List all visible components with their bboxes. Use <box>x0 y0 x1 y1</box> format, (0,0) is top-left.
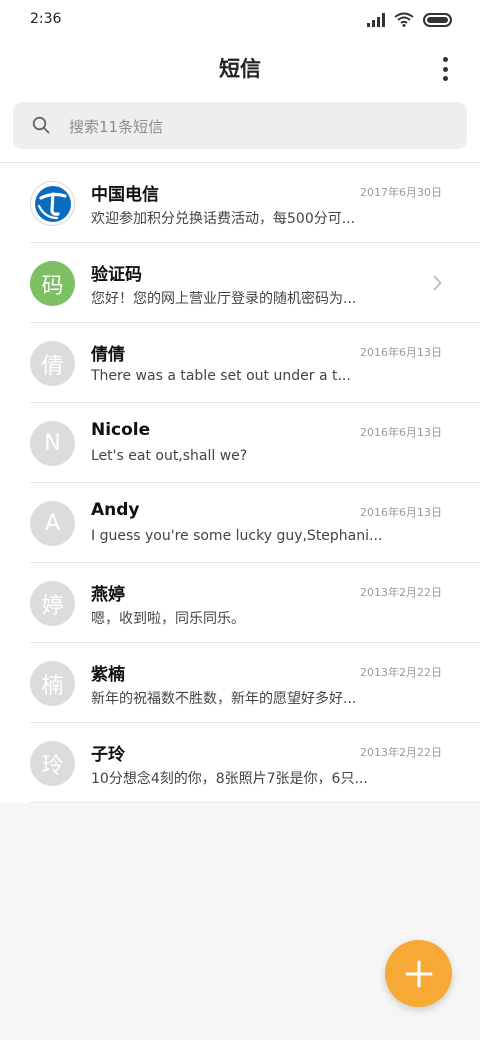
conversation-name: 子玲 <box>91 745 125 765</box>
conversation-item[interactable]: 玲 子玲 10分想念4刻的你，8张照片7张是你，6只... 2013年2月22日 <box>0 723 480 803</box>
conversation-date: 2016年6月13日 <box>360 346 442 359</box>
chevron-right-icon <box>433 275 442 291</box>
conversation-name: Nicole <box>91 420 151 440</box>
conversation-date: 2016年6月13日 <box>360 506 442 519</box>
avatar: A <box>30 501 75 546</box>
telecom-logo-icon <box>30 181 75 226</box>
conversation-name: 验证码 <box>91 265 142 285</box>
conversation-preview: 您好！您的网上营业厅登录的随机密码为... <box>91 291 357 307</box>
conversation-preview: 10分想念4刻的你，8张照片7张是你，6只... <box>91 771 368 787</box>
page-title: 短信 <box>219 57 261 81</box>
conversation-preview: I guess you're some lucky guy,Stephani..… <box>91 528 383 544</box>
conversation-list: 中国电信 欢迎参加积分兑换话费活动，每500分可... 2017年6月30日 码… <box>0 163 480 803</box>
conversation-preview: 新年的祝福数不胜数，新年的愿望好多好... <box>91 691 357 707</box>
conversation-item-verification[interactable]: 码 验证码 您好！您的网上营业厅登录的随机密码为... <box>0 243 480 323</box>
conversation-name: 中国电信 <box>91 185 159 205</box>
conversation-date: 2016年6月13日 <box>360 426 442 439</box>
battery-icon <box>423 12 452 27</box>
conversation-date: 2013年2月22日 <box>360 666 442 679</box>
more-vertical-icon <box>442 57 448 62</box>
avatar: 玲 <box>30 741 75 786</box>
status-icons <box>367 12 452 27</box>
signal-icon <box>367 12 385 27</box>
conversation-preview: There was a table set out under a t... <box>91 368 351 384</box>
wifi-icon <box>394 12 414 27</box>
conversation-item[interactable]: A Andy I guess you're some lucky guy,Ste… <box>0 483 480 563</box>
app-bar: 短信 <box>0 40 480 96</box>
new-message-button[interactable] <box>385 940 452 1007</box>
avatar: N <box>30 421 75 466</box>
conversation-item[interactable]: N Nicole Let's eat out,shall we? 2016年6月… <box>0 403 480 483</box>
conversation-item-china-telecom[interactable]: 中国电信 欢迎参加积分兑换话费活动，每500分可... 2017年6月30日 <box>0 163 480 243</box>
conversation-item[interactable]: 倩 倩倩 There was a table set out under a t… <box>0 323 480 403</box>
conversation-date: 2013年2月22日 <box>360 586 442 599</box>
messages-screen: 2:36 短信 搜索11条短信 中国电信 欢迎参加积分兑换话费活动，每500分可… <box>0 0 480 1040</box>
status-time: 2:36 <box>30 11 62 27</box>
conversation-item[interactable]: 婷 燕婷 嗯，收到啦，同乐同乐。 2013年2月22日 <box>0 563 480 643</box>
avatar: 婷 <box>30 581 75 626</box>
search-input[interactable]: 搜索11条短信 <box>13 102 467 149</box>
conversation-name: 燕婷 <box>91 585 125 605</box>
conversation-name: 紫楠 <box>91 665 125 685</box>
avatar: 倩 <box>30 341 75 386</box>
more-options-button[interactable] <box>432 56 458 82</box>
conversation-preview: 欢迎参加积分兑换话费活动，每500分可... <box>91 211 356 227</box>
search-wrapper: 搜索11条短信 <box>0 96 480 162</box>
plus-icon <box>405 960 432 987</box>
conversation-name: Andy <box>91 500 140 520</box>
status-bar: 2:36 <box>0 0 480 40</box>
header-area: 2:36 短信 搜索11条短信 <box>0 0 480 163</box>
avatar: 楠 <box>30 661 75 706</box>
search-placeholder: 搜索11条短信 <box>69 118 164 136</box>
conversation-date: 2017年6月30日 <box>360 186 442 199</box>
conversation-item[interactable]: 楠 紫楠 新年的祝福数不胜数，新年的愿望好多好... 2013年2月22日 <box>0 643 480 723</box>
avatar: 码 <box>30 261 75 306</box>
conversation-preview: Let's eat out,shall we? <box>91 448 248 464</box>
conversation-name: 倩倩 <box>91 345 125 365</box>
conversation-date: 2013年2月22日 <box>360 746 442 759</box>
conversation-preview: 嗯，收到啦，同乐同乐。 <box>91 611 245 627</box>
search-icon <box>32 116 50 134</box>
